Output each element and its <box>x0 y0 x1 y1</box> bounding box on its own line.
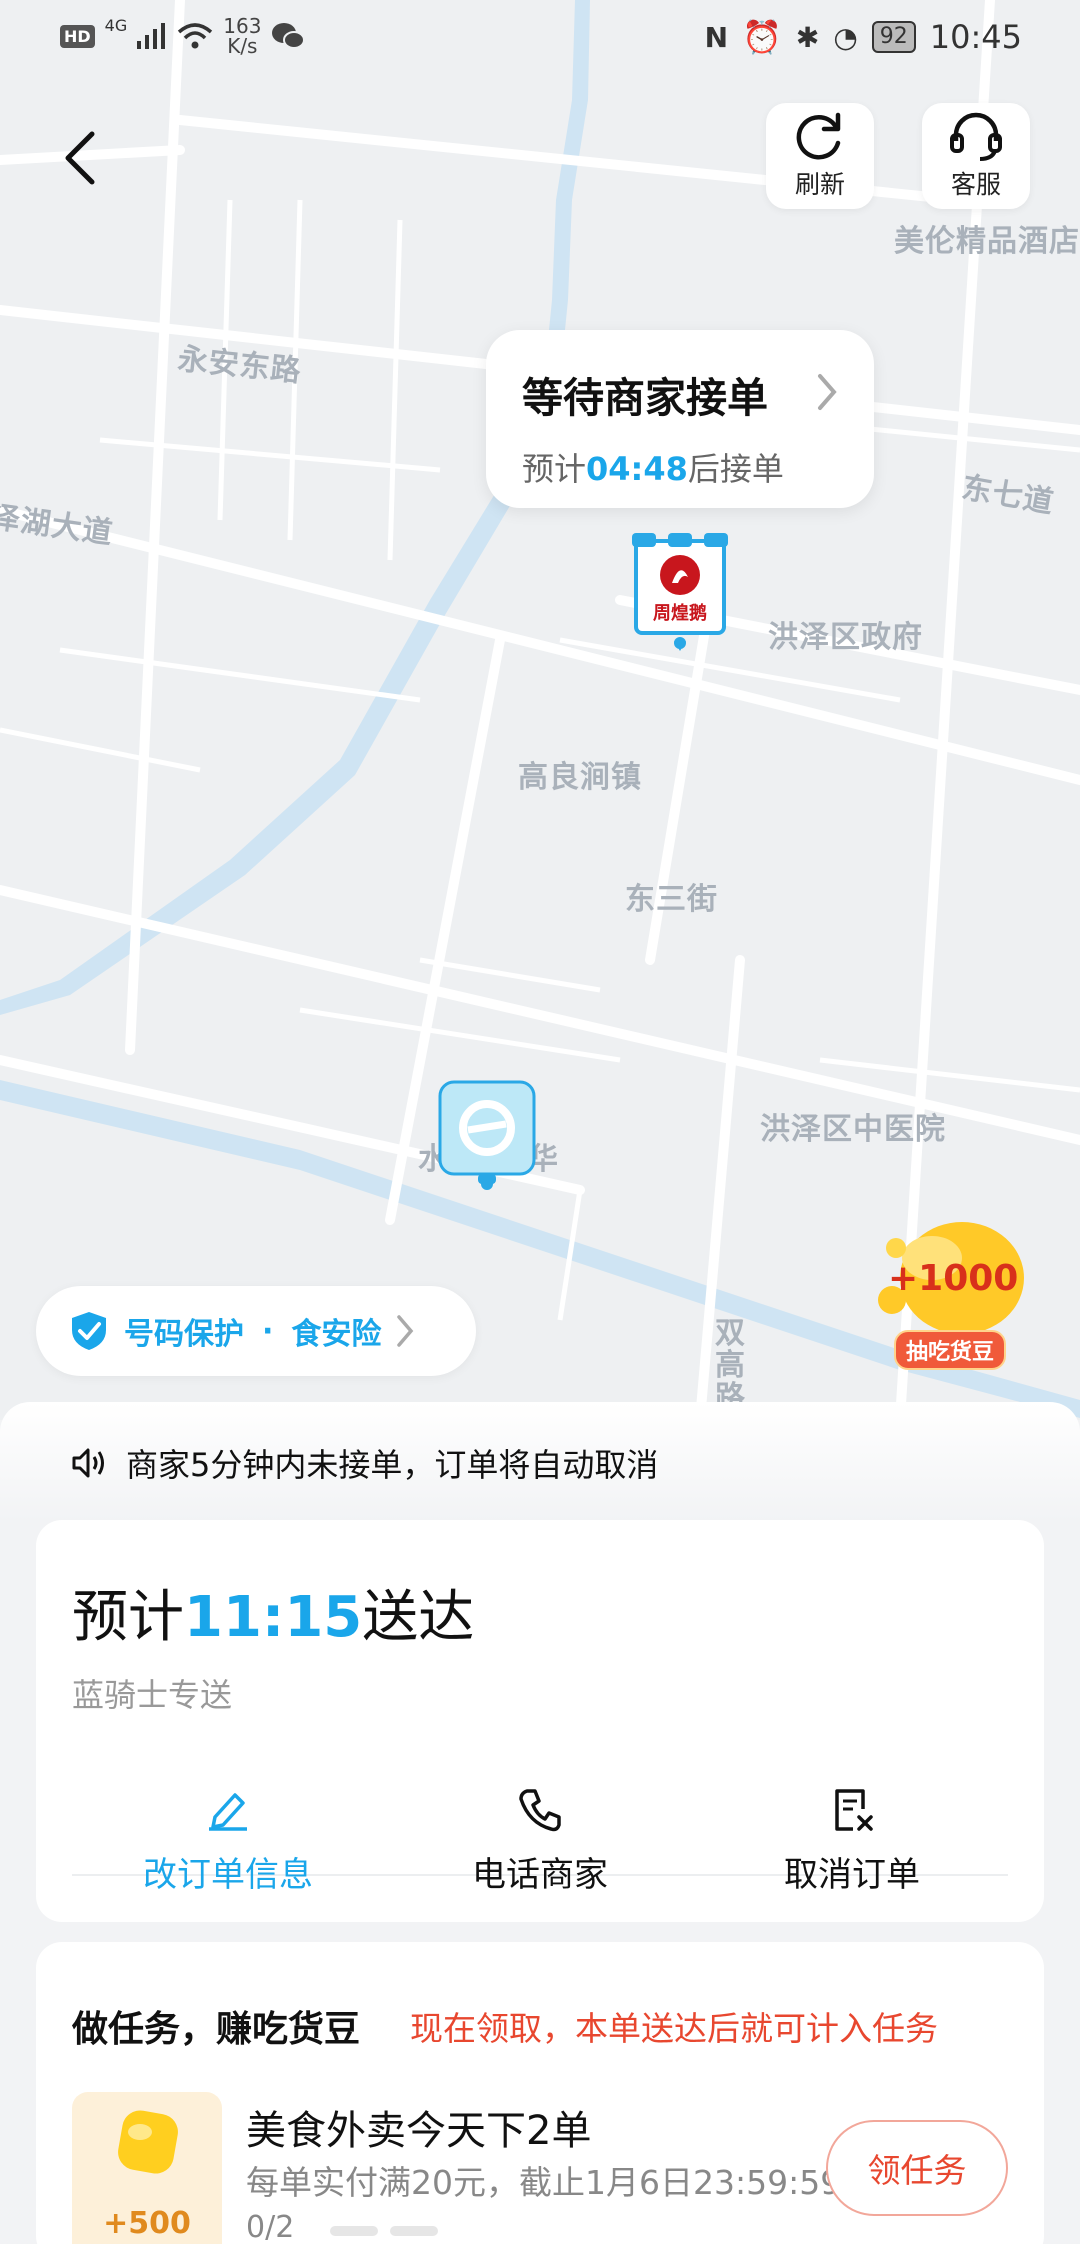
chevron-right-icon <box>818 374 837 410</box>
shield-check-icon <box>72 1312 106 1350</box>
store-logo-text: 周煌鹅 <box>653 603 707 624</box>
hd-indicator: HD <box>60 24 95 48</box>
order-status-countdown: 预计04:48后接单 <box>522 444 874 490</box>
task-name: 美食外卖今天下2单 <box>246 2108 592 2154</box>
eleme-logo-icon <box>438 1080 536 1190</box>
map-label-shuanggao-road: 双高路 <box>715 1316 746 1415</box>
phone-icon <box>519 1789 561 1832</box>
claim-task-button[interactable]: 领任务 <box>826 2120 1008 2216</box>
task-title: 做任务，赚吃货豆 <box>72 2009 361 2050</box>
rider-pin[interactable] <box>438 1080 536 1192</box>
auto-cancel-notice: 商家5分钟内未接单，订单将自动取消 <box>70 1440 658 1486</box>
eta-prefix: 预计 <box>72 1585 184 1650</box>
protection-separator: · <box>262 1313 274 1349</box>
countdown-time: 04:48 <box>586 450 688 488</box>
task-card: 做任务，赚吃货豆 现在领取，本单送达后就可计入任务 +500 美食外卖今天下2单… <box>36 1942 1044 2244</box>
notice-text: 商家5分钟内未接单，订单将自动取消 <box>126 1446 659 1484</box>
chevron-right-icon <box>397 1315 414 1347</box>
modify-order-button[interactable]: 改订单信息 <box>78 1787 378 1907</box>
battery-indicator: 92 <box>871 21 916 53</box>
network-type: 4G <box>104 16 128 35</box>
back-arrow-icon <box>65 131 95 185</box>
eta-line: 预计11:15送达 <box>72 1572 474 1653</box>
network-speed: 163 K/s <box>223 16 261 56</box>
bean-reward-button[interactable]: +1000 抽吃货豆 <box>872 1208 1032 1370</box>
cancel-order-label: 取消订单 <box>784 1855 920 1895</box>
customer-service-button[interactable]: 客服 <box>922 103 1030 209</box>
eta-suffix: 送达 <box>362 1585 475 1650</box>
task-description: 每单实付满20元，截止1月6日23:59:59 <box>246 2163 842 2202</box>
reward-amount: +1000 <box>888 1258 1019 1299</box>
speaker-icon <box>72 1448 104 1478</box>
call-merchant-label: 电话商家 <box>472 1855 608 1895</box>
refresh-button[interactable]: 刷新 <box>766 103 874 209</box>
signal-icon <box>137 23 166 49</box>
map-label-meilun-hotel: 美伦精品酒店 <box>894 224 1080 259</box>
status-bar: HD 4G 163 K/s N ⏰ ✱ ◔ 92 10:45 <box>0 0 1080 76</box>
alarm-icon: ⏰ <box>742 18 782 56</box>
map-label-hongze-gov: 洪泽区政府 <box>768 620 923 655</box>
order-status-bubble[interactable]: 等待商家接单 预计04:48后接单 <box>486 330 874 508</box>
golden-bean-icon <box>118 2110 178 2174</box>
modify-order-label: 改订单信息 <box>143 1855 313 1895</box>
speed-value: 163 <box>223 14 262 38</box>
map-label-dongsan-street: 东三街 <box>625 882 718 917</box>
speedometer-icon: ◔ <box>833 20 858 54</box>
wechat-icon <box>272 23 306 49</box>
task-promo: 现在领取，本单送达后就可计入任务 <box>410 2009 938 2048</box>
rider-type: 蓝骑士专送 <box>72 1676 233 1714</box>
map-label-hongze-hospital: 洪泽区中医院 <box>760 1112 946 1147</box>
clock: 10:45 <box>929 18 1022 56</box>
cancel-receipt-icon <box>835 1789 873 1831</box>
map-label-gaoliangjian: 高良涧镇 <box>518 760 642 795</box>
store-pin[interactable]: 周煌鹅 <box>630 533 730 655</box>
nfc-icon: N <box>704 20 729 54</box>
edit-icon <box>209 1793 247 1831</box>
reward-tag: 抽吃货豆 <box>894 1330 1007 1370</box>
customer-service-label: 客服 <box>950 170 1001 199</box>
refresh-label: 刷新 <box>794 170 845 199</box>
protection-pill[interactable]: 号码保护 · 食安险 <box>36 1286 476 1376</box>
speed-unit: K/s <box>227 34 258 58</box>
headset-icon <box>950 112 1002 161</box>
back-button[interactable] <box>60 128 110 188</box>
order-panel: 商家5分钟内未接单，订单将自动取消 预计11:15送达 蓝骑士专送 改订单信息 … <box>0 1402 1080 2244</box>
progress-dot <box>330 2226 378 2236</box>
number-protection-label: 号码保护 <box>124 1317 244 1352</box>
eta-time: 11:15 <box>184 1585 363 1650</box>
progress-dot <box>390 2226 438 2236</box>
task-progress: 0/2 <box>246 2210 295 2244</box>
task-reward-badge: +500 <box>72 2092 222 2244</box>
refresh-icon <box>796 112 841 160</box>
wifi-icon <box>178 23 213 49</box>
cancel-order-button[interactable]: 取消订单 <box>702 1787 1002 1907</box>
food-insurance-label: 食安险 <box>291 1317 382 1352</box>
map-roads <box>0 0 1080 1420</box>
delivery-map[interactable]: 永安东路 泽湖大道 东七道 美伦精品酒店 洪泽区政府 高良涧镇 东三街 洪泽区中… <box>0 0 1080 1420</box>
countdown-suffix: 后接单 <box>687 450 784 488</box>
bluetooth-icon: ✱ <box>795 20 820 54</box>
task-reward-points: +500 <box>103 2206 191 2241</box>
call-merchant-button[interactable]: 电话商家 <box>390 1787 690 1907</box>
countdown-prefix: 预计 <box>522 450 587 488</box>
